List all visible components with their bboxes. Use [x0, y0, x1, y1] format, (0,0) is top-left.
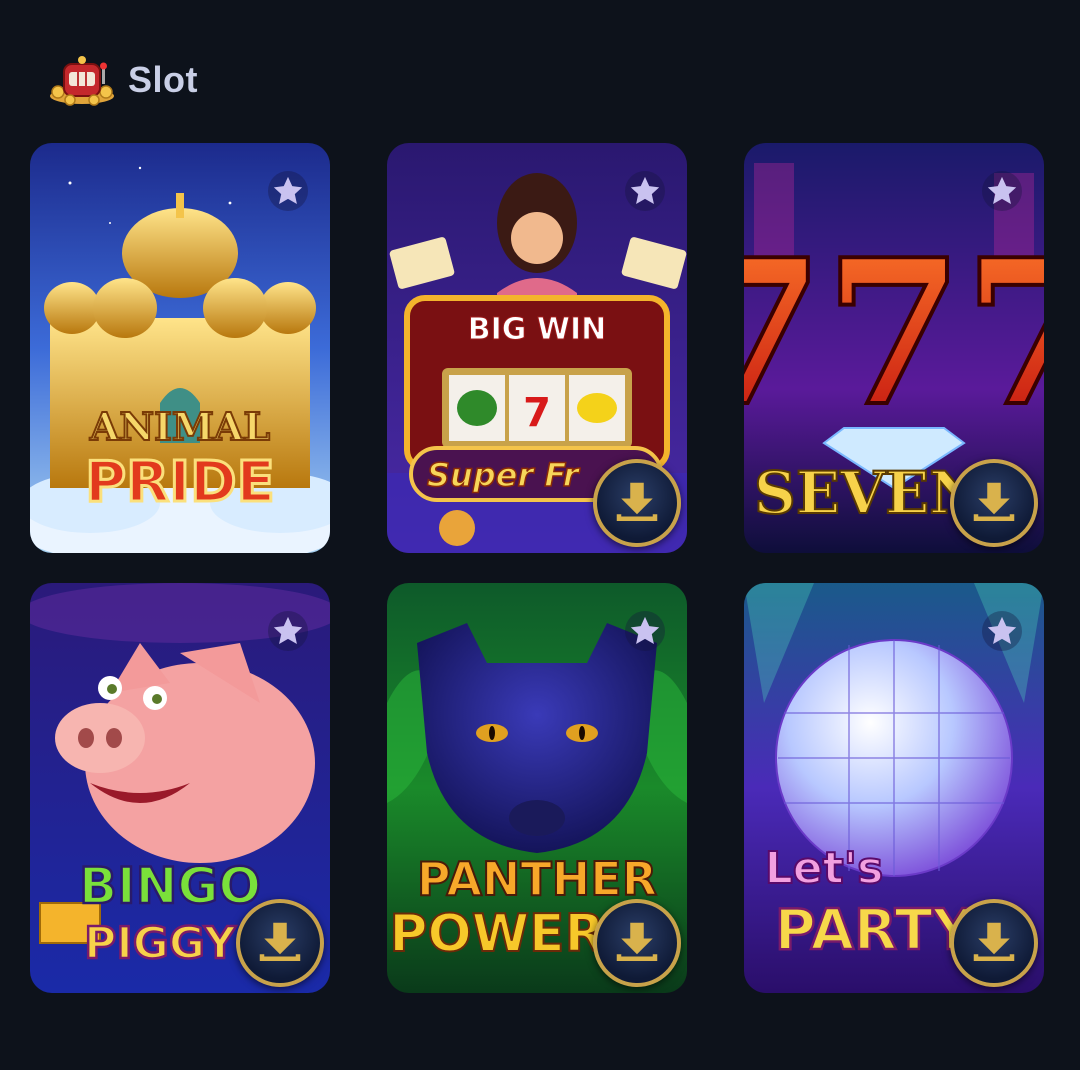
star-icon: [630, 616, 660, 645]
favorite-button[interactable]: [268, 611, 308, 651]
game-title-line1: BINGO: [79, 857, 261, 915]
section-header: Slot: [46, 52, 198, 108]
star-icon: [630, 176, 660, 205]
download-button[interactable]: [593, 459, 681, 547]
star-icon: [987, 176, 1017, 205]
favorite-button[interactable]: [982, 171, 1022, 211]
download-button[interactable]: [236, 899, 324, 987]
game-title-line2: PARTY: [775, 898, 975, 963]
game-card-panther-power[interactable]: PANTHER POWER: [387, 583, 687, 993]
game-card-lets-party[interactable]: Let's PARTY: [744, 583, 1044, 993]
download-button[interactable]: [950, 899, 1038, 987]
download-icon: [973, 482, 1015, 521]
slot-machine-icon: [50, 56, 114, 106]
download-icon: [973, 922, 1015, 961]
game-title-line1: PANTHER: [417, 852, 657, 906]
game-title-line2: Super Fr: [427, 456, 581, 494]
game-title-line1: ANIMAL: [89, 404, 270, 449]
favorite-button[interactable]: [625, 611, 665, 651]
game-title-line2: POWER: [389, 904, 604, 964]
star-icon: [273, 616, 303, 645]
game-card-super-fruit[interactable]: BIG WIN 7 Super Fr: [387, 143, 687, 553]
download-icon: [259, 922, 301, 961]
download-icon: [616, 922, 658, 961]
favorite-button[interactable]: [268, 171, 308, 211]
game-title-line1: 777: [744, 216, 1044, 451]
section-title: Slot: [128, 59, 198, 100]
download-icon: [616, 482, 658, 521]
download-button[interactable]: [593, 899, 681, 987]
game-title-line2: SEVEN: [754, 459, 982, 527]
game-title-line1: BIG WIN: [468, 312, 606, 347]
star-icon: [987, 616, 1017, 645]
favorite-button[interactable]: [982, 611, 1022, 651]
favorite-button[interactable]: [625, 171, 665, 211]
game-title-line2: PRIDE: [85, 450, 275, 515]
game-card-bingo-piggy[interactable]: BINGO PIGGY: [30, 583, 330, 993]
game-card-animal-pride[interactable]: ANIMAL PRIDE: [30, 143, 330, 553]
star-icon: [273, 176, 303, 205]
download-button[interactable]: [950, 459, 1038, 547]
reel-symbol: 7: [523, 390, 551, 436]
game-title-line2: PIGGY: [84, 918, 237, 969]
game-title-line1: Let's: [765, 843, 884, 894]
game-card-seven[interactable]: 777 SEVEN: [744, 143, 1044, 553]
